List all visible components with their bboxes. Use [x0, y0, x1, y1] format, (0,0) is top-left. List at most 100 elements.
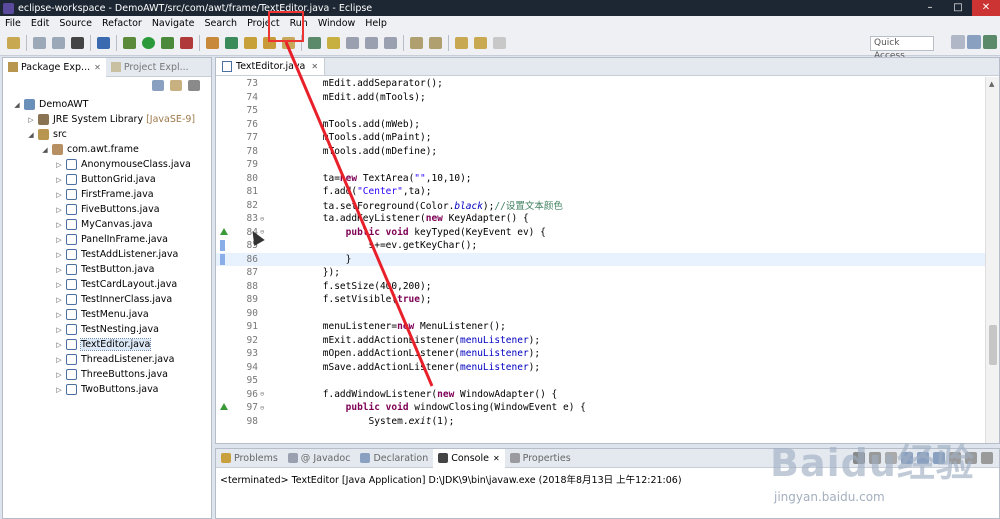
menu-edit[interactable]: Edit	[26, 18, 54, 29]
menu-window[interactable]: Window	[313, 18, 360, 29]
tree-item[interactable]: ▷ ThreeButtons.java	[3, 367, 211, 382]
tree-item[interactable]: ▷ TestAddListener.java	[3, 247, 211, 262]
open-console-icon[interactable]	[949, 452, 961, 464]
close-button[interactable]: ✕	[972, 0, 1000, 16]
code-line[interactable]: 76 mTools.add(mWeb);	[216, 118, 986, 132]
fold-icon[interactable]: ⊖	[260, 390, 268, 398]
tree-item[interactable]: ▷ FirstFrame.java	[3, 187, 211, 202]
menu-file[interactable]: File	[0, 18, 26, 29]
code-line[interactable]: 79	[216, 158, 986, 172]
tab-javadoc[interactable]: @ Javadoc	[283, 449, 356, 468]
code-line[interactable]: 88 f.setSize(400,200);	[216, 280, 986, 294]
link-with-editor-icon[interactable]	[170, 79, 182, 91]
maximize-button[interactable]: □	[944, 0, 972, 16]
scroll-up-icon[interactable]: ▲	[989, 80, 994, 88]
tab-properties[interactable]: Properties	[505, 449, 576, 468]
expanded-icon[interactable]: ◢	[13, 101, 21, 109]
tree-item[interactable]: ▷ FiveButtons.java	[3, 202, 211, 217]
previous-annotation-icon[interactable]	[429, 37, 442, 49]
show-whitespace-icon[interactable]	[346, 37, 359, 49]
tree-item[interactable]: ▷ TestInnerClass.java	[3, 292, 211, 307]
tree-item[interactable]: ▷ TestCardLayout.java	[3, 277, 211, 292]
tab-project-explorer[interactable]: Project Expl...	[106, 62, 194, 73]
java-perspective-icon[interactable]	[967, 35, 981, 49]
new-icon[interactable]	[7, 37, 20, 49]
tree-item[interactable]: ▷ TextEditor.java	[3, 337, 211, 352]
annotation-icon[interactable]	[308, 37, 321, 49]
new-java-project-icon[interactable]	[206, 37, 219, 49]
menu-help[interactable]: Help	[360, 18, 392, 29]
view-menu-icon[interactable]	[188, 79, 200, 91]
last-edit-icon[interactable]	[455, 37, 468, 49]
new-class-icon[interactable]	[244, 37, 257, 49]
save-icon[interactable]	[33, 37, 46, 49]
maximize-panel-icon[interactable]	[981, 452, 993, 464]
tab-declaration[interactable]: Declaration	[355, 449, 433, 468]
fold-icon[interactable]: ⊖	[260, 404, 268, 412]
pin-console-icon[interactable]	[917, 452, 929, 464]
code-line[interactable]: 93 mOpen.addActionListener(menuListener)…	[216, 347, 986, 361]
editor-scrollbar[interactable]: ▲	[985, 77, 999, 443]
menu-source[interactable]: Source	[54, 18, 97, 29]
code-line[interactable]: 90	[216, 307, 986, 321]
back-icon[interactable]	[474, 37, 487, 49]
tree-item[interactable]: ▷ ThreadListener.java	[3, 352, 211, 367]
tree-item[interactable]: ▷ TwoButtons.java	[3, 382, 211, 397]
collapsed-icon[interactable]: ▷	[27, 116, 35, 124]
terminate-icon[interactable]	[853, 452, 865, 464]
tab-texteditor-java[interactable]: TextEditor.java ✕	[216, 58, 326, 75]
code-line[interactable]: 78 mTools.add(mDefine);	[216, 145, 986, 159]
block-select-icon[interactable]	[365, 37, 378, 49]
debug-perspective-icon[interactable]	[983, 35, 997, 49]
minimize-button[interactable]: –	[916, 0, 944, 16]
fold-icon[interactable]: ⊖	[260, 215, 268, 223]
expanded-icon[interactable]: ◢	[27, 131, 35, 139]
terminal-icon[interactable]	[97, 37, 110, 49]
code-line[interactable]: 98 System.exit(1);	[216, 415, 986, 429]
code-line[interactable]: 75	[216, 104, 986, 118]
code-line[interactable]: 73 mEdit.addSeparator();	[216, 77, 986, 91]
tree-item[interactable]: ▷ TestNesting.java	[3, 322, 211, 337]
code-line[interactable]: 92 mExit.addActionListener(menuListener)…	[216, 334, 986, 348]
code-line[interactable]: 87 });	[216, 266, 986, 280]
tree-item[interactable]: ▷ MyCanvas.java	[3, 217, 211, 232]
clear-console-icon[interactable]	[885, 452, 897, 464]
code-line[interactable]: 82 ta.setForeground(Color.black);//设置文本颜…	[216, 199, 986, 213]
code-line[interactable]: 83 ⊖ ta.addKeyListener(new KeyAdapter() {	[216, 212, 986, 226]
tab-package-explorer[interactable]: Package Exp... ✕	[3, 57, 106, 77]
close-icon[interactable]: ✕	[493, 454, 500, 463]
code-line[interactable]: 97 ⊖ public void windowClosing(WindowEven…	[216, 401, 986, 415]
menu-refactor[interactable]: Refactor	[97, 18, 147, 29]
coverage-icon[interactable]	[161, 37, 174, 49]
code-line[interactable]: 91 menuListener=new MenuListener();	[216, 320, 986, 334]
code-line[interactable]: 84 ⊖ public void keyTyped(KeyEvent ev) {	[216, 226, 986, 240]
expanded-icon[interactable]: ◢	[41, 146, 49, 154]
debug-icon[interactable]	[123, 37, 136, 49]
code-line[interactable]: 77 mTools.add(mPaint);	[216, 131, 986, 145]
menu-navigate[interactable]: Navigate	[147, 18, 200, 29]
tree-item[interactable]: ◢ src	[3, 127, 211, 142]
settings-icon[interactable]	[71, 37, 84, 49]
external-tools-icon[interactable]	[180, 37, 193, 49]
code-line[interactable]: 81 f.add("Center",ta);	[216, 185, 986, 199]
scroll-lock-icon[interactable]	[901, 452, 913, 464]
new-package-icon[interactable]	[225, 37, 238, 49]
next-annotation-icon[interactable]	[410, 37, 423, 49]
code-line[interactable]: 94 mSave.addActionListener(menuListener)…	[216, 361, 986, 375]
scrollbar-thumb[interactable]	[989, 325, 997, 365]
code-line[interactable]: 89 f.setVisible(true);	[216, 293, 986, 307]
code-line[interactable]: 96 ⊖ f.addWindowListener(new WindowAdapte…	[216, 388, 986, 402]
menu-search[interactable]: Search	[199, 18, 242, 29]
run-icon[interactable]	[142, 37, 155, 49]
tree-item[interactable]: ◢ DemoAWT	[3, 97, 211, 112]
forward-icon[interactable]	[493, 37, 506, 49]
minimize-panel-icon[interactable]	[965, 452, 977, 464]
tree-item[interactable]: ◢ com.awt.frame	[3, 142, 211, 157]
tree-item[interactable]: ▷ ButtonGrid.java	[3, 172, 211, 187]
code-line[interactable]: 80 ta=new TextArea("",10,10);	[216, 172, 986, 186]
save-all-icon[interactable]	[52, 37, 65, 49]
quick-access-field[interactable]: Quick Access	[870, 36, 934, 61]
close-icon[interactable]: ✕	[311, 62, 318, 71]
tree-item[interactable]: ▷ AnonymouseClass.java	[3, 157, 211, 172]
code-line[interactable]: 85 s+=ev.getKeyChar();	[216, 239, 986, 253]
